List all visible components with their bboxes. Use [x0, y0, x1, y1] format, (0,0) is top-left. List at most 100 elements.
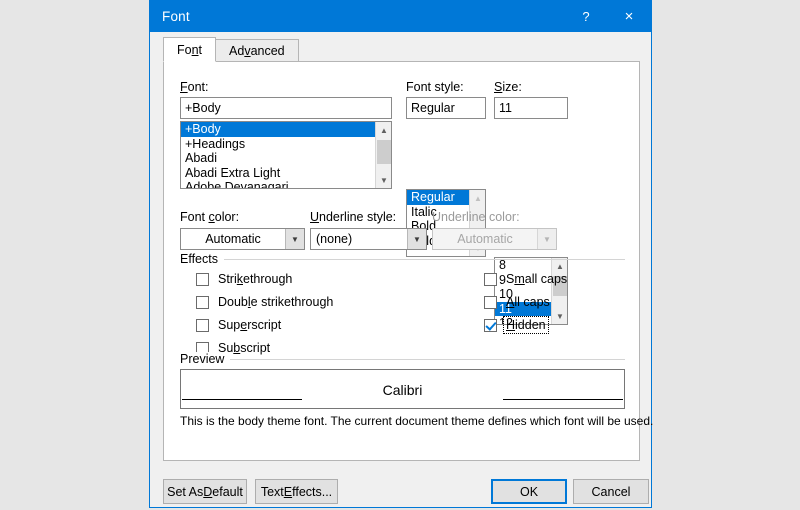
- font-dialog: Font ? × Font Advanced Font: Font style:…: [149, 0, 653, 508]
- checkbox-label: Double strikethrough: [216, 294, 335, 310]
- checkbox-box[interactable]: [484, 318, 497, 332]
- tabstrip: Font Advanced: [163, 37, 299, 62]
- font-color-label-post: olor:: [214, 210, 240, 224]
- preview-description: This is the body theme font. The current…: [180, 414, 654, 428]
- scroll-down-icon[interactable]: ▼: [552, 308, 567, 324]
- help-icon[interactable]: ?: [565, 0, 607, 32]
- set-default-accel: D: [203, 484, 213, 499]
- set-default-post: efault: [212, 484, 243, 499]
- font-color-value: Automatic: [205, 232, 261, 246]
- checkbox-double-strikethrough[interactable]: Double strikethrough: [196, 294, 335, 310]
- checkbox-small-caps[interactable]: Small caps: [484, 271, 569, 287]
- checkbox-label: All caps: [504, 294, 552, 310]
- checkbox-all-caps[interactable]: All caps: [484, 294, 552, 310]
- underline-style-label-post: nderline style:: [319, 210, 397, 224]
- text-effects-post: ffects...: [292, 484, 333, 499]
- font-name-label-text: ont:: [187, 80, 209, 94]
- underline-style-label-accel: U: [310, 210, 320, 224]
- list-item[interactable]: Abadi: [181, 151, 375, 166]
- tab-font-label: Fo: [177, 43, 192, 57]
- tab-font-label-end: t: [198, 43, 203, 57]
- preview-group-title: Preview: [180, 352, 231, 366]
- list-item[interactable]: +Headings: [181, 137, 375, 152]
- cancel-button[interactable]: Cancel: [573, 479, 649, 504]
- underline-style-combobox[interactable]: (none) ▼: [310, 228, 427, 250]
- preview-rule-right: [503, 399, 623, 400]
- label-pre: Sup: [218, 318, 241, 332]
- chevron-down-icon: ▼: [537, 229, 556, 249]
- chevron-down-icon[interactable]: ▼: [285, 229, 304, 249]
- preview-sample-text: Calibri: [382, 382, 423, 398]
- font-size-label: Size:: [494, 80, 522, 94]
- preview-rule-left: [182, 399, 302, 400]
- font-name-scrollbar[interactable]: ▲ ▼: [375, 122, 391, 188]
- text-effects-pre: Text: [260, 484, 284, 499]
- label-post: e strikethrough: [250, 295, 334, 309]
- checkbox-label: Superscript: [216, 317, 283, 333]
- scroll-up-icon[interactable]: ▲: [470, 190, 485, 206]
- checkbox-label: Hidden: [503, 316, 549, 334]
- preview-group-line: [180, 359, 625, 360]
- checkbox-box[interactable]: [484, 295, 497, 309]
- underline-style-value: (none): [316, 232, 353, 246]
- checkbox-strikethrough[interactable]: Strikethrough: [196, 271, 294, 287]
- set-as-default-button[interactable]: Set As Default: [163, 479, 247, 504]
- set-default-pre: Set As: [167, 484, 204, 499]
- checkbox-label: Small caps: [504, 271, 569, 287]
- tab-advanced-label-end: anced: [250, 44, 285, 58]
- effects-group-title: Effects: [180, 252, 224, 266]
- titlebar-buttons: ? ×: [565, 0, 651, 32]
- preview-group: Preview: [180, 352, 625, 368]
- font-style-input[interactable]: Regular: [406, 97, 486, 119]
- font-name-input[interactable]: +Body: [180, 97, 392, 119]
- underline-color-value: Automatic: [457, 232, 513, 246]
- label-accel: m: [514, 272, 525, 286]
- font-size-list-items: 8 9 10 11 12: [495, 258, 551, 324]
- checkbox-box[interactable]: [196, 318, 209, 332]
- close-icon[interactable]: ×: [607, 0, 651, 32]
- font-name-listbox[interactable]: +Body +Headings Abadi Abadi Extra Light …: [180, 121, 392, 189]
- ok-button[interactable]: OK: [491, 479, 567, 504]
- font-preview-box: Calibri: [180, 369, 625, 409]
- label-post: ethrough: [243, 272, 293, 286]
- dialog-title: Font: [162, 8, 190, 24]
- list-item[interactable]: Adobe Devanagari: [181, 180, 375, 188]
- label-pre: Doub: [218, 295, 248, 309]
- underline-style-label: Underline style:: [310, 210, 396, 224]
- font-color-label-pre: Font: [180, 210, 209, 224]
- text-effects-button[interactable]: Text Effects...: [255, 479, 338, 504]
- tab-advanced[interactable]: Advanced: [215, 39, 299, 62]
- font-size-label-text: ize:: [502, 80, 522, 94]
- text-effects-accel: E: [283, 484, 293, 499]
- checkbox-label: Strikethrough: [216, 271, 294, 287]
- label-pre: Stri: [218, 272, 237, 286]
- tab-font[interactable]: Font: [163, 37, 217, 62]
- label-post: ll caps: [514, 295, 550, 309]
- checkbox-superscript[interactable]: Superscript: [196, 317, 283, 333]
- scroll-down-icon[interactable]: ▼: [376, 172, 391, 188]
- scroll-up-icon[interactable]: ▲: [376, 122, 391, 138]
- font-tab-panel: Font: Font style: Size: +Body Regular 11…: [163, 61, 653, 461]
- list-item[interactable]: Regular: [407, 190, 469, 205]
- font-size-input[interactable]: 11: [494, 97, 568, 119]
- chevron-down-icon[interactable]: ▼: [407, 229, 426, 249]
- font-name-label-accel: F: [180, 80, 188, 94]
- scrollbar-thumb[interactable]: [377, 140, 391, 164]
- font-name-list-items: +Body +Headings Abadi Abadi Extra Light …: [181, 122, 375, 188]
- label-accel: H: [506, 318, 516, 332]
- effects-group-line: [180, 259, 625, 260]
- checkbox-hidden[interactable]: Hidden: [484, 316, 549, 334]
- list-item[interactable]: Abadi Extra Light: [181, 166, 375, 181]
- checkbox-box[interactable]: [196, 272, 209, 286]
- checkbox-box[interactable]: [484, 272, 497, 286]
- dialog-titlebar: Font ? ×: [150, 0, 651, 32]
- font-color-label: Font color:: [180, 210, 239, 224]
- list-item[interactable]: +Body: [181, 122, 375, 137]
- font-color-combobox[interactable]: Automatic ▼: [180, 228, 305, 250]
- checkbox-box[interactable]: [196, 295, 209, 309]
- label-post: idden: [515, 318, 546, 332]
- tab-font-accel: n: [191, 43, 199, 57]
- font-name-label: Font:: [180, 80, 209, 94]
- font-style-label: Font style:: [406, 80, 464, 94]
- label-post: all caps: [524, 272, 568, 286]
